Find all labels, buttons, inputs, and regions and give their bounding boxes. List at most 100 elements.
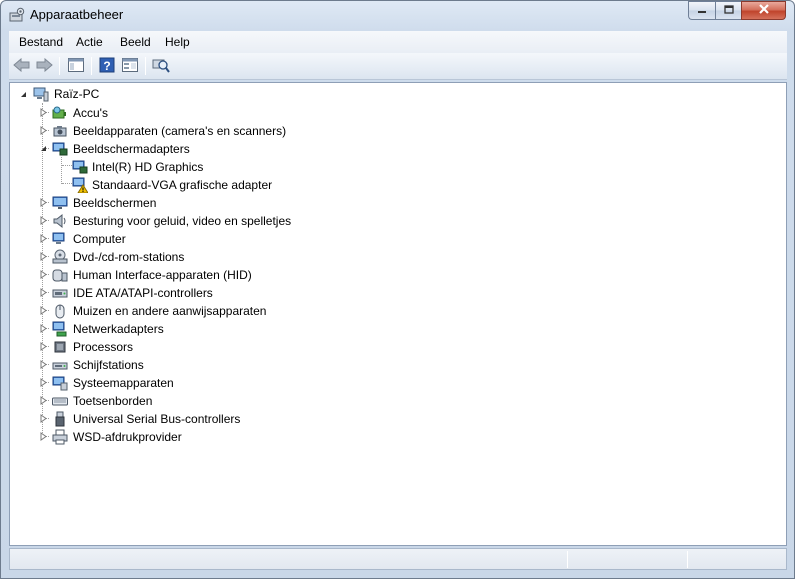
device-manager-icon — [9, 7, 25, 23]
category-expander-collapsed[interactable] — [39, 270, 48, 279]
category-expander-collapsed[interactable] — [39, 432, 48, 441]
menu-bestand[interactable]: Bestand — [19, 35, 63, 49]
collapsed-arrow-icon — [40, 252, 47, 261]
root-expander[interactable] — [19, 90, 28, 99]
help-button[interactable]: ? — [97, 57, 117, 75]
tree-category-label[interactable]: Muizen en andere aanwijsapparaten — [73, 304, 266, 318]
tree-category-label[interactable]: Schijfstations — [73, 358, 144, 372]
ide-controller-icon — [52, 285, 68, 301]
minimize-button[interactable] — [688, 1, 715, 20]
collapsed-arrow-icon — [40, 432, 47, 441]
tree-guide-line — [62, 165, 72, 166]
keyboard-icon — [52, 393, 68, 409]
usb-icon — [52, 411, 68, 427]
collapsed-arrow-icon — [40, 198, 47, 207]
category-expander-collapsed[interactable] — [39, 378, 48, 387]
tree-category-label[interactable]: Universal Serial Bus-controllers — [73, 412, 240, 426]
minimize-icon — [697, 4, 707, 18]
category-expander-collapsed[interactable] — [39, 414, 48, 423]
collapsed-arrow-icon — [40, 414, 47, 423]
display-adapter-icon — [72, 159, 88, 175]
camera-icon — [52, 123, 68, 139]
tree-category-label[interactable]: Human Interface-apparaten (HID) — [73, 268, 252, 282]
close-button[interactable] — [741, 1, 786, 20]
battery-icon — [52, 105, 68, 121]
tree-device-label[interactable]: Intel(R) HD Graphics — [92, 160, 203, 174]
expanded-arrow-icon — [41, 146, 46, 151]
monitor-icon — [52, 195, 68, 211]
tree-category-label[interactable]: Beeldschermen — [73, 196, 156, 210]
title-bar[interactable]: Apparaatbeheer — [1, 1, 794, 29]
help-icon: ? — [99, 57, 115, 76]
menu-beeld[interactable]: Beeld — [120, 35, 151, 49]
category-expander-collapsed[interactable] — [39, 342, 48, 351]
processor-icon — [52, 339, 68, 355]
category-expander-collapsed[interactable] — [39, 198, 48, 207]
category-expander-collapsed[interactable] — [39, 396, 48, 405]
status-separator — [567, 551, 568, 568]
system-device-icon — [52, 375, 68, 391]
forward-button[interactable] — [34, 57, 54, 75]
tree-category-label[interactable]: Beeldschermadapters — [73, 142, 190, 156]
forward-arrow-icon — [35, 57, 53, 75]
computer-icon — [52, 231, 68, 247]
collapsed-arrow-icon — [40, 396, 47, 405]
expanded-arrow-icon — [21, 92, 26, 97]
collapsed-arrow-icon — [40, 108, 47, 117]
collapsed-arrow-icon — [40, 288, 47, 297]
category-expander-collapsed[interactable] — [39, 108, 48, 117]
collapsed-arrow-icon — [40, 270, 47, 279]
tree-root-label[interactable]: Raïz-PC — [54, 87, 99, 101]
category-expander-collapsed[interactable] — [39, 252, 48, 261]
tree-category-label[interactable]: Accu's — [73, 106, 108, 120]
back-button[interactable] — [12, 57, 32, 75]
category-expander-expanded[interactable] — [39, 144, 48, 153]
collapsed-arrow-icon — [40, 360, 47, 369]
svg-text:?: ? — [103, 59, 110, 73]
maximize-button[interactable] — [715, 1, 741, 20]
toolbar-separator — [91, 57, 92, 75]
show-hide-console-tree-button[interactable] — [66, 57, 86, 75]
category-expander-collapsed[interactable] — [39, 324, 48, 333]
collapsed-arrow-icon — [40, 126, 47, 135]
category-expander-collapsed[interactable] — [39, 126, 48, 135]
tree-category-label[interactable]: WSD-afdrukprovider — [73, 430, 182, 444]
printer-icon — [52, 429, 68, 445]
menu-actie[interactable]: Actie — [76, 35, 103, 49]
tree-category-label[interactable]: Toetsenborden — [73, 394, 152, 408]
computer-icon — [33, 86, 49, 102]
back-arrow-icon — [13, 57, 31, 75]
scan-hardware-button[interactable] — [151, 57, 171, 75]
category-expander-collapsed[interactable] — [39, 306, 48, 315]
display-adapter-icon — [52, 141, 68, 157]
show-hide-console-tree-icon — [68, 57, 84, 75]
collapsed-arrow-icon — [40, 234, 47, 243]
tree-category-label[interactable]: Computer — [73, 232, 126, 246]
tree-device-label[interactable]: Standaard-VGA grafische adapter — [92, 178, 272, 192]
category-expander-collapsed[interactable] — [39, 216, 48, 225]
category-expander-collapsed[interactable] — [39, 360, 48, 369]
toolbar: ? — [9, 53, 787, 80]
display-adapter-warning-icon — [72, 177, 89, 194]
collapsed-arrow-icon — [40, 378, 47, 387]
mouse-icon — [52, 303, 68, 319]
tree-category-label[interactable]: Processors — [73, 340, 133, 354]
speaker-icon — [52, 213, 68, 229]
tree-category-label[interactable]: IDE ATA/ATAPI-controllers — [73, 286, 213, 300]
tree-category-label[interactable]: Netwerkadapters — [73, 322, 164, 336]
properties-button[interactable] — [120, 57, 140, 75]
tree-category-label[interactable]: Beeldapparaten (camera's en scanners) — [73, 124, 286, 138]
tree-category-label[interactable]: Besturing voor geluid, video en spelletj… — [73, 214, 291, 228]
tree-category-label[interactable]: Dvd-/cd-rom-stations — [73, 250, 184, 264]
device-tree[interactable]: Raïz-PC Accu's Beeldapparaten (camera's e… — [9, 82, 787, 546]
collapsed-arrow-icon — [40, 306, 47, 315]
category-expander-collapsed[interactable] — [39, 288, 48, 297]
category-expander-collapsed[interactable] — [39, 234, 48, 243]
collapsed-arrow-icon — [40, 324, 47, 333]
menu-bar: Bestand Actie Beeld Help — [9, 31, 787, 53]
tree-category-label[interactable]: Systeemapparaten — [73, 376, 174, 390]
collapsed-arrow-icon — [40, 342, 47, 351]
scan-hardware-icon — [152, 57, 170, 76]
optical-drive-icon — [52, 249, 68, 265]
menu-help[interactable]: Help — [165, 35, 190, 49]
